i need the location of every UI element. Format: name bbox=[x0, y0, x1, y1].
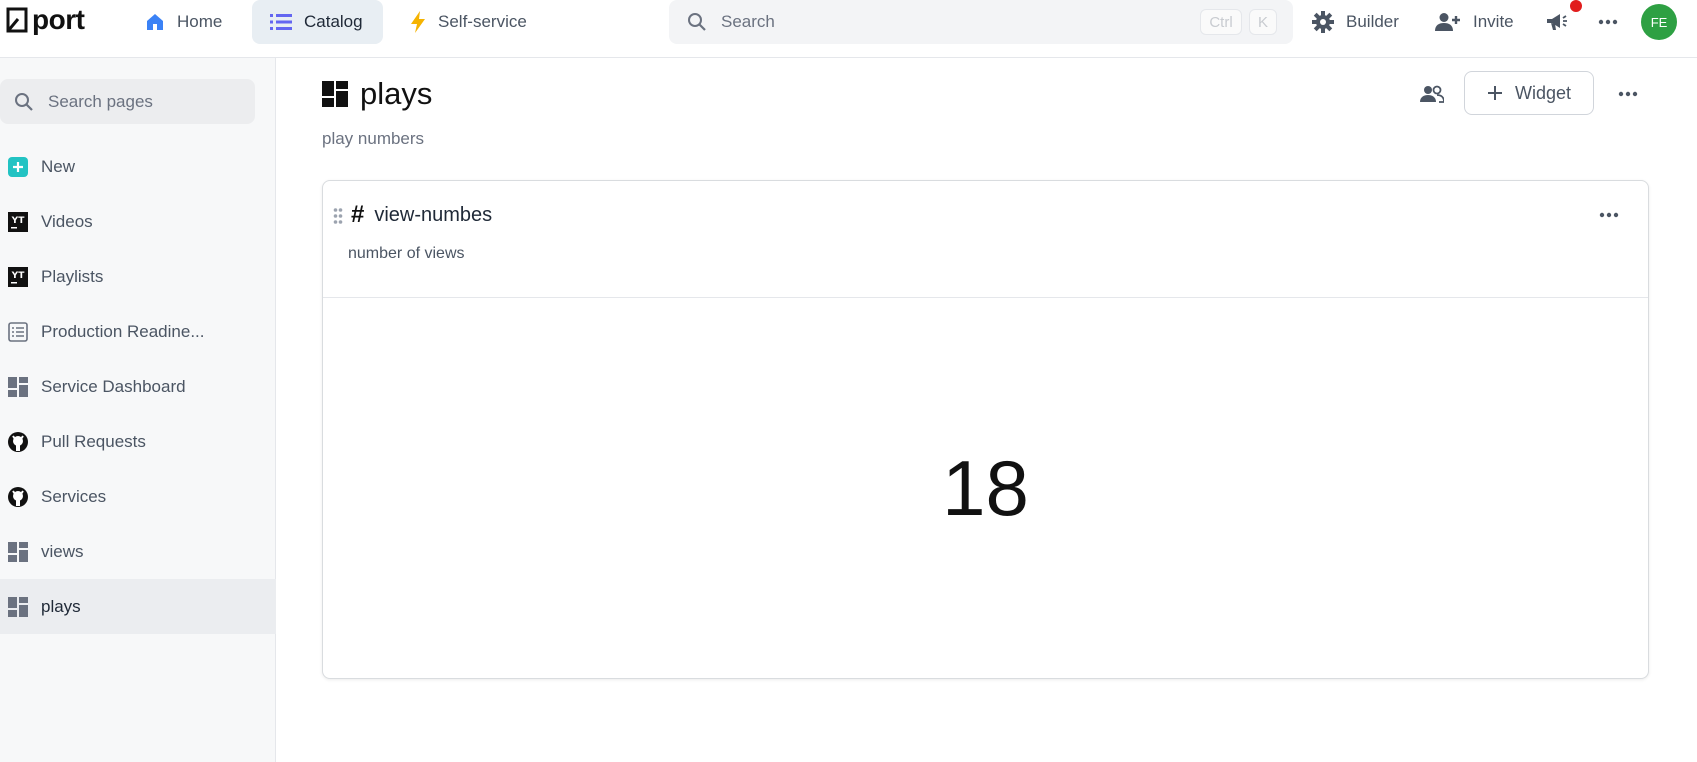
page-more-button[interactable] bbox=[1614, 82, 1642, 106]
sidebar-item-new[interactable]: New bbox=[0, 139, 276, 194]
hash-icon: # bbox=[351, 201, 365, 228]
invite-label: Invite bbox=[1473, 12, 1514, 31]
search-icon bbox=[688, 13, 706, 31]
more-horizontal-icon bbox=[1598, 19, 1618, 25]
sidebar-search-input[interactable] bbox=[48, 91, 238, 112]
plus-square-icon bbox=[8, 156, 28, 177]
sidebar-item-service-dashboard[interactable]: Service Dashboard bbox=[0, 359, 276, 414]
sidebar-item-label: New bbox=[41, 156, 76, 176]
github-icon bbox=[8, 431, 28, 452]
page-subtitle: play numbers bbox=[322, 129, 425, 148]
page-header: plays bbox=[322, 76, 432, 112]
sidebar-item-videos[interactable]: YT Videos bbox=[0, 194, 276, 249]
notification-dot bbox=[1570, 0, 1582, 12]
global-search[interactable]: Ctrl K bbox=[669, 0, 1293, 44]
dashboard-icon bbox=[322, 81, 348, 107]
nav-catalog[interactable]: Catalog bbox=[252, 0, 383, 44]
sidebar-item-label: Pull Requests bbox=[41, 431, 146, 451]
widget-header: # view-numbes number of views bbox=[323, 181, 1648, 298]
megaphone-icon bbox=[1547, 14, 1567, 30]
dashboard-icon bbox=[8, 596, 28, 617]
youtube-icon: YT bbox=[8, 266, 28, 287]
search-icon bbox=[15, 92, 33, 111]
widget-value: 18 bbox=[942, 443, 1029, 532]
port-logo-icon bbox=[6, 7, 28, 33]
sidebar-item-label: Playlists bbox=[41, 266, 104, 286]
sidebar-item-label: Service Dashboard bbox=[41, 376, 186, 396]
sidebar-item-production-readiness[interactable]: Production Readine... bbox=[0, 304, 276, 359]
sidebar-item-label: Videos bbox=[41, 211, 93, 231]
more-horizontal-icon bbox=[1618, 91, 1638, 97]
more-horizontal-icon bbox=[1599, 212, 1619, 218]
github-icon bbox=[8, 486, 28, 507]
home-icon bbox=[147, 14, 163, 30]
sidebar-item-views[interactable]: views bbox=[0, 524, 276, 579]
sidebar-item-label: Services bbox=[41, 486, 107, 506]
sidebar-item-services[interactable]: Services bbox=[0, 469, 276, 524]
builder-button[interactable]: Builder bbox=[1312, 0, 1399, 44]
dashboard-icon bbox=[8, 541, 28, 562]
sidebar-item-plays[interactable]: plays bbox=[0, 579, 276, 634]
port-logo[interactable]: port bbox=[6, 4, 85, 36]
nav-home-label: Home bbox=[177, 12, 223, 31]
user-avatar[interactable]: FE bbox=[1641, 4, 1677, 40]
builder-label: Builder bbox=[1346, 12, 1399, 31]
number-widget-card: # view-numbes number of views 18 bbox=[322, 180, 1649, 679]
plus-icon bbox=[1487, 86, 1502, 100]
sidebar-item-playlists[interactable]: YT Playlists bbox=[0, 249, 276, 304]
nav-self-service-label: Self-service bbox=[438, 12, 527, 31]
add-widget-button[interactable]: Widget bbox=[1464, 71, 1594, 115]
people-icon bbox=[1420, 85, 1444, 103]
lightning-icon bbox=[411, 11, 425, 33]
permissions-button[interactable] bbox=[1418, 82, 1446, 106]
shortcut-k-key: K bbox=[1249, 9, 1277, 35]
sidebar-item-label: views bbox=[41, 541, 84, 561]
widget-title-row: # view-numbes bbox=[351, 201, 492, 229]
top-bar: port Home Catalog Self-service Ctrl K Bu… bbox=[0, 0, 1697, 58]
list-icon bbox=[270, 14, 292, 30]
sidebar: New YT Videos YT Playlists Production Re… bbox=[0, 58, 276, 762]
nav-home[interactable]: Home bbox=[127, 0, 242, 44]
more-menu-button[interactable] bbox=[1598, 0, 1618, 44]
invite-button[interactable]: Invite bbox=[1435, 0, 1514, 44]
widget-title: view-numbes bbox=[374, 203, 493, 226]
page-title: plays bbox=[360, 76, 433, 111]
global-search-input[interactable] bbox=[721, 12, 1181, 32]
drag-handle-icon[interactable] bbox=[333, 207, 343, 225]
add-user-icon bbox=[1435, 13, 1460, 31]
widget-description: number of views bbox=[348, 245, 465, 262]
youtube-icon: YT bbox=[8, 211, 28, 232]
nav-self-service[interactable]: Self-service bbox=[392, 0, 547, 44]
sidebar-item-label: plays bbox=[41, 596, 81, 616]
brand-name: port bbox=[32, 4, 85, 35]
scorecard-icon bbox=[8, 321, 28, 342]
nav-catalog-label: Catalog bbox=[304, 12, 363, 31]
dashboard-icon bbox=[8, 376, 28, 397]
gear-icon bbox=[1312, 11, 1334, 33]
widget-more-button[interactable] bbox=[1595, 203, 1623, 227]
sidebar-item-pull-requests[interactable]: Pull Requests bbox=[0, 414, 276, 469]
announcements-button[interactable] bbox=[1546, 0, 1568, 44]
add-widget-label: Widget bbox=[1514, 82, 1572, 103]
sidebar-search[interactable] bbox=[0, 79, 255, 124]
svg-text:YT: YT bbox=[11, 271, 26, 281]
sidebar-item-label: Production Readine... bbox=[41, 321, 205, 341]
svg-text:YT: YT bbox=[11, 216, 26, 226]
shortcut-ctrl-key: Ctrl bbox=[1200, 9, 1242, 35]
